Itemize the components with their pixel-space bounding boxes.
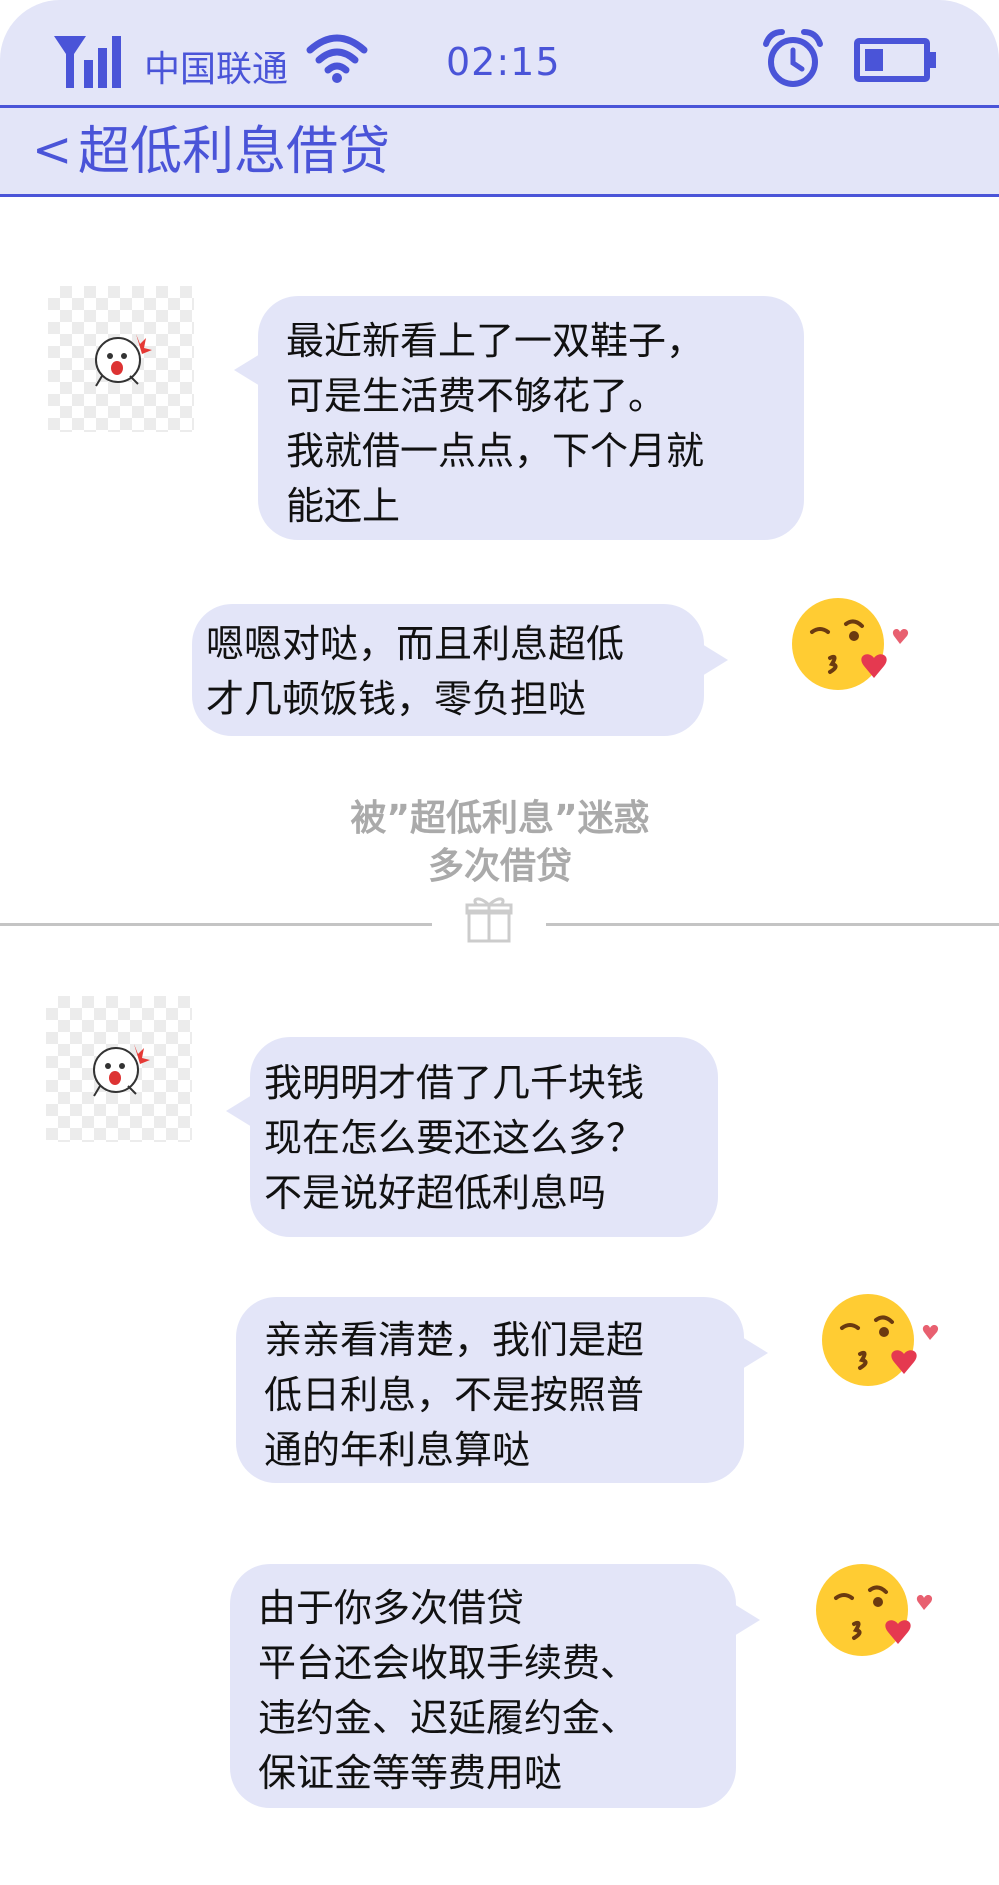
divider-caption-line: 多次借贷 <box>427 846 572 887</box>
message-bubble-outgoing[interactable]: 亲亲看清楚，我们是超 低日利息，不是按照普 通的年利息算哒 <box>236 1297 768 1483</box>
message-bubble-incoming[interactable]: 我明明才借了几千块钱 现在怎么要还这么多？ 不是说好超低利息吗 <box>226 1037 718 1237</box>
user-avatar[interactable] <box>46 996 192 1142</box>
carrier-name: 中国联通 <box>144 49 289 90</box>
message-line: 平台还会收取手续费、 <box>258 1641 639 1685</box>
message-line: 才几顿饭钱，零负担哒 <box>206 677 587 721</box>
kissing-face-emoji-icon[interactable] <box>790 594 914 694</box>
message-line: 我就借一点点，下个月就 <box>286 429 705 473</box>
wifi-icon <box>306 34 368 83</box>
chat-header: < 超低利息借贷 <box>0 105 999 197</box>
status-bar: 中国联通 02:15 <box>0 0 999 107</box>
signal-icon <box>54 36 121 88</box>
kissing-face-emoji-icon[interactable] <box>820 1290 944 1390</box>
alarm-clock-icon <box>763 29 823 87</box>
divider-caption: 被”超低利息”迷惑 多次借贷 <box>200 795 800 891</box>
message-line: 保证金等等费用哒 <box>258 1751 563 1795</box>
divider-line-right <box>546 923 999 926</box>
message-line: 现在怎么要还这么多？ <box>264 1116 645 1160</box>
sticker-icon <box>93 1044 150 1097</box>
message-line: 通的年利息算哒 <box>264 1428 531 1472</box>
message-line: 我明明才借了几千块钱 <box>264 1061 645 1105</box>
kissing-face-emoji-icon[interactable] <box>814 1560 938 1660</box>
sticker-icon <box>95 334 152 387</box>
divider-line-left <box>0 923 432 926</box>
gift-icon <box>465 897 513 943</box>
message-line: 最近新看上了一双鞋子， <box>286 319 705 363</box>
message-line: 能还上 <box>286 484 401 528</box>
message-line: 可是生活费不够花了。 <box>286 374 667 418</box>
divider-caption-line: 被”超低利息”迷惑 <box>350 798 650 839</box>
message-line: 由于你多次借贷 <box>258 1586 525 1630</box>
message-bubble-incoming[interactable]: 最近新看上了一双鞋子， 可是生活费不够花了。 我就借一点点，下个月就 能还上 <box>234 296 804 540</box>
message-line: 亲亲看清楚，我们是超 <box>264 1318 645 1362</box>
chat-title: 超低利息借贷 <box>78 122 391 182</box>
status-time: 02:15 <box>446 40 561 84</box>
message-line: 嗯嗯对哒，而且利息超低 <box>206 622 625 666</box>
message-line: 低日利息，不是按照普 <box>264 1373 645 1417</box>
message-bubble-outgoing[interactable]: 嗯嗯对哒，而且利息超低 才几顿饭钱，零负担哒 <box>192 604 728 736</box>
message-bubble-outgoing[interactable]: 由于你多次借贷 平台还会收取手续费、 违约金、迟延履约金、 保证金等等费用哒 <box>230 1564 760 1808</box>
back-icon[interactable]: < <box>32 126 72 174</box>
message-line: 违约金、迟延履约金、 <box>258 1696 639 1740</box>
user-avatar[interactable] <box>48 286 194 432</box>
message-line: 不是说好超低利息吗 <box>264 1171 607 1215</box>
battery-icon <box>854 38 936 82</box>
